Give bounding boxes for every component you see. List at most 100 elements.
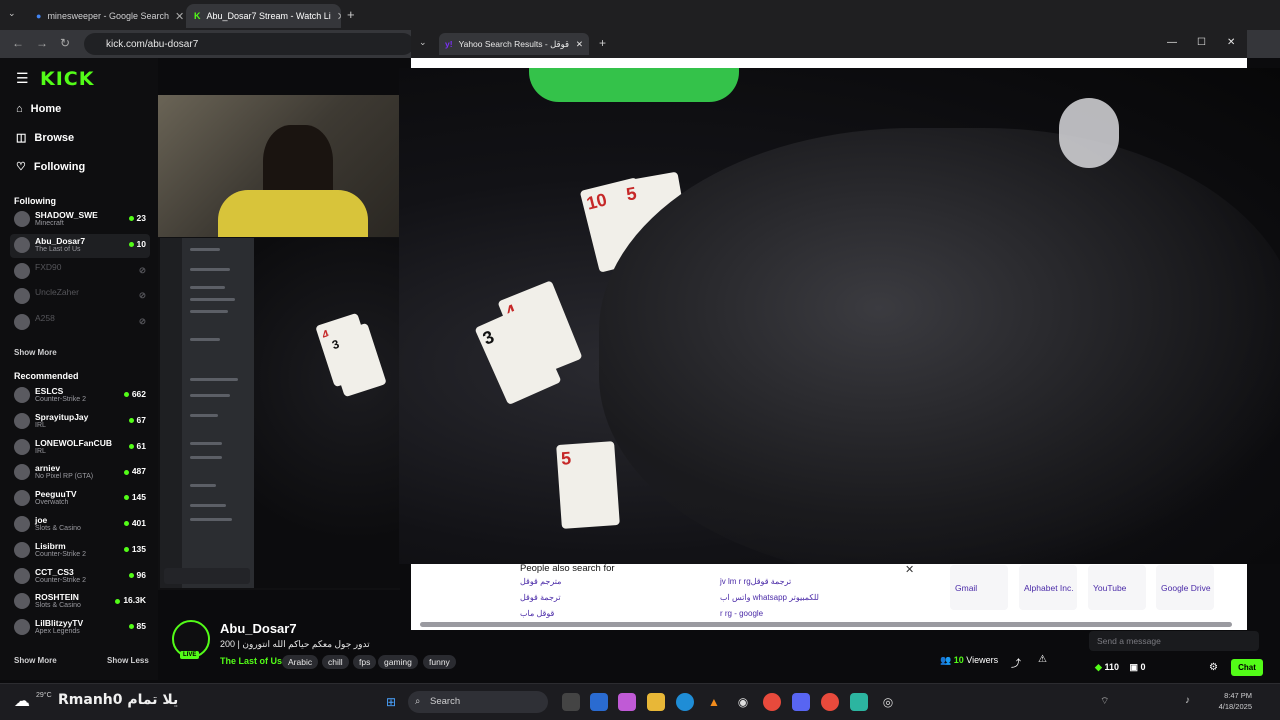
show-more-recommended[interactable]: Show More	[14, 656, 57, 665]
tag-arabic[interactable]: Arabic	[282, 655, 319, 669]
new-tab-icon[interactable]: +	[599, 36, 606, 50]
viewer-count: 401	[123, 518, 146, 528]
store-icon[interactable]	[590, 693, 608, 711]
obs-icon[interactable]: ◉	[734, 693, 752, 711]
nav-following[interactable]: ♡ Following	[16, 160, 85, 174]
related-search-link[interactable]: قوقل ماب	[520, 609, 554, 618]
channel-row[interactable]: joe Slots & Casino 401	[10, 513, 150, 537]
channel-row[interactable]: A258 ⊘	[10, 311, 150, 335]
tab-title: Yahoo Search Results - قوقل	[458, 38, 570, 49]
channel-row[interactable]: SHADOW_SWE Minecraft 23	[10, 208, 150, 232]
offline-icon: ⊘	[138, 264, 146, 275]
related-search-link[interactable]: واتس اب whatsapp للكمبيوتر	[720, 593, 819, 602]
mouse-device	[1059, 98, 1119, 168]
chrome-icon[interactable]	[821, 693, 839, 711]
vlc-icon[interactable]: ▲	[705, 693, 723, 711]
network-icon[interactable]: ⌔	[1100, 695, 1109, 708]
close-icon[interactable]: ✕	[576, 39, 583, 50]
nav-browse[interactable]: ◫ Browse	[16, 131, 74, 145]
app-icon[interactable]	[850, 693, 868, 711]
channel-row[interactable]: Lisibrm Counter-Strike 2 135	[10, 539, 150, 563]
share-icon[interactable]: ⤴	[1011, 655, 1021, 670]
shortcut-google-drive[interactable]: Google Drive	[1156, 565, 1214, 610]
related-search-link[interactable]: مترجم قوقل	[520, 577, 561, 586]
maximize-icon[interactable]: ☐	[1197, 37, 1206, 48]
tab-search-icon[interactable]: ⌄	[419, 37, 427, 48]
channel-row[interactable]: Abu_Dosar7 The Last of Us 10	[10, 233, 150, 258]
settings-icon[interactable]: ⚙	[1209, 662, 1218, 673]
discord-icon[interactable]	[792, 693, 810, 711]
tag-gaming[interactable]: gaming	[378, 655, 418, 669]
horizontal-scrollbar[interactable]	[420, 622, 1232, 627]
hamburger-menu-icon[interactable]: ☰	[16, 70, 29, 87]
channel-line	[190, 442, 222, 445]
kick-logo[interactable]: KICK	[40, 68, 94, 90]
channel-row[interactable]: SprayitupJay IRL 67	[10, 410, 150, 434]
channel-line	[190, 298, 235, 301]
copilot-icon[interactable]	[618, 693, 636, 711]
related-search-link[interactable]: jv lm r rgترجمة قوقل	[720, 577, 791, 586]
channel-row[interactable]: arniev No Pixel RP (GTA) 487	[10, 461, 150, 485]
taskbar-search[interactable]: ⌕ Search	[408, 691, 548, 713]
report-icon[interactable]: ⚠	[1038, 654, 1047, 665]
now-playing-text: Rmanh0 يلا تمام	[58, 692, 179, 708]
channel-row[interactable]: ROSHTEIN Slots & Casino 16.3K	[10, 590, 150, 614]
shortcut-youtube[interactable]: YouTube	[1088, 565, 1146, 610]
close-icon[interactable]: ✕	[175, 10, 183, 23]
back-icon[interactable]: ←	[12, 36, 24, 50]
window-close-icon[interactable]: ✕	[1227, 37, 1235, 48]
avatar	[14, 516, 30, 532]
tab-search-icon[interactable]: ⌄	[8, 8, 16, 19]
windows-start-icon[interactable]: ⊞	[382, 693, 400, 711]
channel-name: CCT_CS3	[35, 566, 74, 577]
chat-send-button[interactable]: Chat	[1231, 659, 1263, 676]
edge-icon[interactable]	[676, 693, 694, 711]
close-icon[interactable]: ✕	[337, 10, 341, 23]
tag-chill[interactable]: chill	[322, 655, 349, 669]
show-more-following[interactable]: Show More	[14, 348, 57, 357]
channel-row[interactable]: FXD90 ⊘	[10, 260, 150, 284]
stream-category[interactable]: The Last of Us	[220, 656, 282, 666]
minimize-icon[interactable]: —	[1167, 37, 1177, 48]
tab-minesweeper[interactable]: ● minesweeper - Google Search ✕	[28, 4, 183, 28]
tab-yahoo-search[interactable]: y! Yahoo Search Results - قوقل ✕	[439, 33, 589, 55]
weather-icon[interactable]: ☁	[14, 691, 30, 711]
card-5-bottom: 5	[556, 441, 620, 529]
related-search-link[interactable]: r rg - google	[720, 609, 763, 618]
channel-row[interactable]: LONEWOLFanCUB IRL 61	[10, 436, 150, 460]
shortcut-alphabet[interactable]: Alphabet Inc.	[1019, 565, 1077, 610]
channel-row[interactable]: LilBlitzyyTV Apex Legends 85	[10, 616, 150, 640]
file-explorer-icon[interactable]	[647, 693, 665, 711]
channel-row[interactable]: PeeguuTV Overwatch 145	[10, 487, 150, 511]
channel-game: No Pixel RP (GTA)	[35, 473, 94, 481]
new-tab-icon[interactable]: +	[347, 7, 355, 22]
streamer-name[interactable]: Abu_Dosar7	[220, 621, 297, 636]
reload-icon[interactable]: ↻	[60, 36, 70, 50]
nav-home[interactable]: ⌂ Home	[16, 103, 61, 115]
chrome-icon[interactable]	[763, 693, 781, 711]
app-icon[interactable]: ◎	[879, 693, 897, 711]
tab-title: minesweeper - Google Search	[47, 11, 169, 21]
chat-message-input[interactable]: Send a message	[1089, 631, 1259, 651]
related-search-link[interactable]: ترجمة قوقل	[520, 593, 561, 602]
channel-row[interactable]: UncleZaher ⊘	[10, 285, 150, 309]
show-less-recommended[interactable]: Show Less	[107, 656, 149, 665]
streamer-webcam	[158, 95, 400, 237]
system-clock[interactable]: 8:47 PM 4/18/2025	[1219, 690, 1252, 712]
channel-name: SHADOW_SWE	[35, 210, 98, 220]
address-bar[interactable]: kick.com/abu-dosar7	[84, 33, 414, 55]
viewer-count: 135	[123, 544, 146, 554]
channel-row[interactable]: ESLCS Counter-Strike 2 662	[10, 384, 150, 408]
avatar	[14, 288, 30, 305]
channel-row[interactable]: CCT_CS3 Counter-Strike 2 96	[10, 565, 150, 589]
forward-icon[interactable]: →	[36, 36, 48, 50]
channel-line	[190, 394, 230, 397]
tag-fps[interactable]: fps	[353, 655, 377, 669]
tab-kick-stream[interactable]: K Abu_Dosar7 Stream - Watch Li ✕	[186, 4, 341, 28]
tag-funny[interactable]: funny	[423, 655, 456, 669]
close-icon[interactable]: ✕	[905, 563, 914, 576]
task-view-icon[interactable]	[562, 693, 580, 711]
shortcut-gmail[interactable]: Gmail	[950, 565, 1008, 610]
viewer-count: 16.3K	[115, 595, 146, 605]
volume-icon[interactable]: ♪	[1185, 695, 1190, 706]
